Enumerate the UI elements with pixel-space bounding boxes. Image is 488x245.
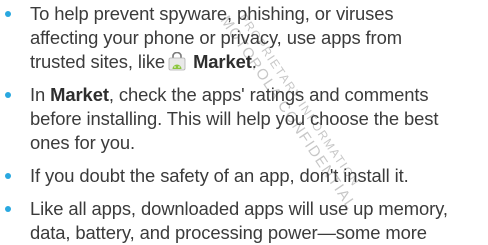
tip-4-line-1: Like all apps, downloaded apps will use …	[30, 198, 448, 219]
market-link: Market	[50, 84, 109, 105]
market-link: Market	[193, 51, 252, 72]
bullet-icon	[5, 173, 11, 179]
tip-4-line-2: data, battery, and processing power—some…	[30, 222, 427, 243]
document-page: MOTOROLA CONFIDENTIAL PROPRIETARY INFORM…	[0, 0, 488, 243]
list-item: To help prevent spyware, phishing, or vi…	[0, 2, 488, 74]
list-item: In Market, check the apps' ratings and c…	[0, 83, 488, 155]
safety-tips-list: To help prevent spyware, phishing, or vi…	[0, 2, 488, 245]
tip-1-line-2: affecting your phone or privacy, use app…	[30, 27, 402, 48]
bullet-icon	[5, 92, 11, 98]
tip-2-line-1-end: , check the apps' ratings and comments	[108, 84, 429, 105]
bullet-icon	[5, 206, 11, 212]
tip-2-line-2: before installing. This will help you ch…	[30, 108, 439, 129]
bullet-icon	[5, 11, 11, 17]
market-bag-icon	[168, 52, 186, 71]
tip-1-line-1: To help prevent spyware, phishing, or vi…	[30, 3, 394, 24]
tip-1-period: .	[251, 51, 257, 72]
list-item: If you doubt the safety of an app, don't…	[0, 164, 488, 188]
list-item: Like all apps, downloaded apps will use …	[0, 197, 488, 245]
tip-1-line-3: trusted sites, like Market.	[30, 50, 488, 74]
tip-2-line-3: ones for you.	[30, 132, 136, 153]
tip-3-line-1: If you doubt the safety of an app, don't…	[30, 165, 409, 186]
tip-1-line-3-text: trusted sites, like	[30, 51, 166, 72]
tip-2-line-1-start: In	[30, 84, 46, 105]
tip-2-line-1: In Market, check the apps' ratings and c…	[30, 83, 488, 107]
